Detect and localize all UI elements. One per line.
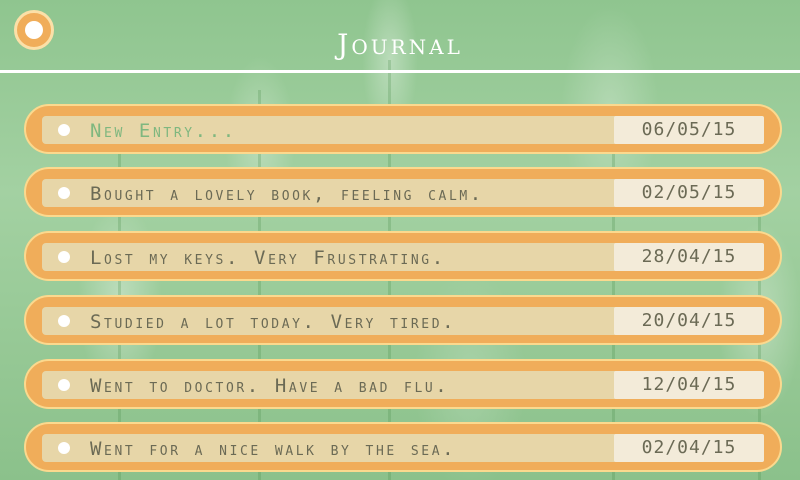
entry-text: Bought a lovely book, feeling calm. [90, 183, 484, 205]
entry-date: 28/04/15 [614, 243, 764, 271]
entry-date: 06/05/15 [614, 116, 764, 144]
new-entry-item[interactable]: New Entry... 06/05/15 [24, 104, 782, 154]
entry-text: Studied a lot today. Very tired. [90, 311, 457, 333]
bullet-icon [58, 442, 70, 454]
page-title: Journal [337, 28, 463, 61]
entry-date: 02/05/15 [614, 179, 764, 207]
journal-entry-item[interactable]: Went to doctor. Have a bad flu. 12/04/15 [24, 359, 782, 409]
journal-entry-item[interactable]: Studied a lot today. Very tired. 20/04/1… [24, 295, 782, 345]
entry-date: 20/04/15 [614, 307, 764, 335]
entry-text: Lost my keys. Very Frustrating. [90, 247, 446, 269]
bullet-icon [58, 124, 70, 136]
header-divider [0, 70, 800, 73]
entry-text: New Entry... [90, 120, 237, 142]
journal-entry-item[interactable]: Bought a lovely book, feeling calm. 02/0… [24, 167, 782, 217]
bullet-icon [58, 379, 70, 391]
entry-date: 02/04/15 [614, 434, 764, 462]
entry-text: Went for a nice walk by the sea. [90, 438, 457, 460]
journal-entry-item[interactable]: Went for a nice walk by the sea. 02/04/1… [24, 422, 782, 472]
entry-text: Went to doctor. Have a bad flu. [90, 375, 450, 397]
journal-entry-item[interactable]: Lost my keys. Very Frustrating. 28/04/15 [24, 231, 782, 281]
entry-date: 12/04/15 [614, 371, 764, 399]
bullet-icon [58, 251, 70, 263]
bullet-icon [58, 315, 70, 327]
header: Journal [0, 0, 800, 74]
bullet-icon [58, 187, 70, 199]
